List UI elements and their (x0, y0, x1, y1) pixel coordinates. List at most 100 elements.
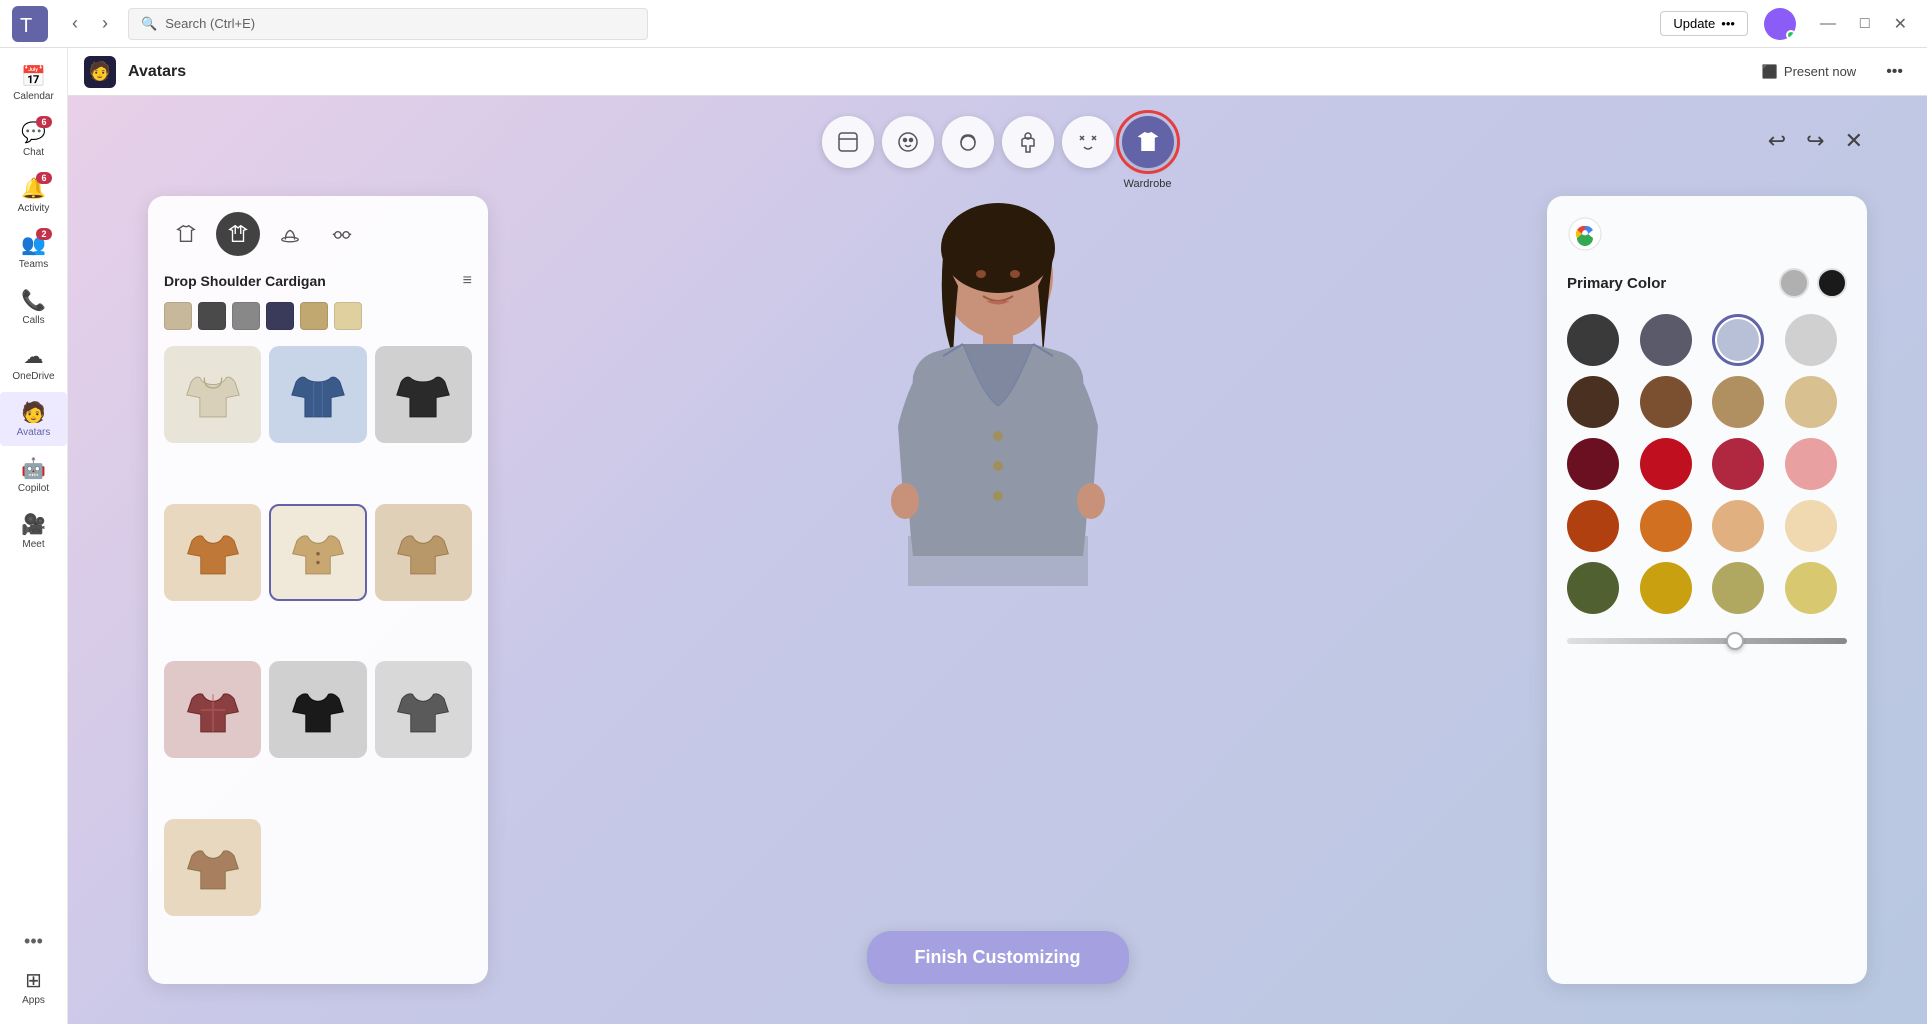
swatch-red[interactable] (1640, 438, 1692, 490)
undo-button[interactable]: ↩ (1764, 124, 1790, 158)
color-chip-1[interactable] (164, 302, 192, 330)
swatch-medium-brown[interactable] (1640, 376, 1692, 428)
toolbar-face[interactable] (882, 116, 934, 168)
avatars-icon: 🧑 (21, 400, 46, 425)
swatch-pale-yellow[interactable] (1785, 562, 1837, 614)
sidebar-item-calendar[interactable]: 📅 Calendar (0, 56, 67, 110)
toolbar-body[interactable] (1002, 116, 1054, 168)
finish-customizing-button[interactable]: Finish Customizing (867, 931, 1129, 984)
update-button[interactable]: Update ••• (1660, 11, 1748, 36)
swatch-light-grey[interactable] (1785, 314, 1837, 366)
sidebar-label-teams: Teams (19, 259, 48, 270)
tab-jacket[interactable] (216, 212, 260, 256)
sidebar-label-copilot: Copilot (18, 483, 49, 494)
sidebar-item-calls[interactable]: 📞 Calls (0, 280, 67, 334)
color-chip-5[interactable] (300, 302, 328, 330)
chat-icon: 💬 6 (21, 120, 46, 145)
clothing-item-beige-cardigan-selected[interactable] (269, 504, 366, 601)
swatch-dark-grey[interactable] (1567, 314, 1619, 366)
color-slider[interactable] (1567, 638, 1847, 644)
update-label: Update (1673, 16, 1715, 31)
teams-icon: 👥 2 (21, 232, 46, 257)
back-button[interactable]: ‹ (64, 9, 86, 38)
editor-close-button[interactable]: ✕ (1841, 124, 1867, 158)
swatch-tan[interactable] (1712, 376, 1764, 428)
sidebar-item-apps[interactable]: ⊞ Apps (0, 960, 67, 1014)
swatch-amber[interactable] (1640, 500, 1692, 552)
top-toolbar: Wardrobe (822, 116, 1174, 168)
wardrobe-header: Drop Shoulder Cardigan ≡ (164, 272, 472, 290)
sidebar-item-activity[interactable]: 🔔 6 Activity (0, 168, 67, 222)
color-chip-2[interactable] (198, 302, 226, 330)
clothing-item-tan-jacket[interactable] (375, 504, 472, 601)
swatch-cream[interactable] (1785, 500, 1837, 552)
color-chip-6[interactable] (334, 302, 362, 330)
sidebar-more[interactable]: ••• (16, 923, 51, 960)
swatch-crimson[interactable] (1712, 438, 1764, 490)
search-placeholder: Search (Ctrl+E) (165, 16, 255, 31)
primary-color-row: Primary Color (1567, 268, 1847, 298)
avatars-app-icon: 🧑 (89, 61, 111, 82)
swatch-khaki[interactable] (1712, 562, 1764, 614)
clothing-item-hoodie-beige[interactable] (164, 346, 261, 443)
sidebar-item-onedrive[interactable]: ☁ OneDrive (0, 336, 67, 390)
tab-hat[interactable] (268, 212, 312, 256)
sidebar-item-meet[interactable]: 🎥 Meet (0, 504, 67, 558)
swatch-medium-grey[interactable] (1640, 314, 1692, 366)
clothing-item-plaid[interactable] (164, 661, 261, 758)
color-chip-3[interactable] (232, 302, 260, 330)
sidebar-item-avatars[interactable]: 🧑 Avatars (0, 392, 67, 446)
present-now-button[interactable]: ⬛ Present now (1752, 58, 1866, 86)
search-bar[interactable]: 🔍 Search (Ctrl+E) (128, 8, 648, 40)
forward-button[interactable]: › (94, 9, 116, 38)
clothing-item-black-jacket[interactable] (375, 346, 472, 443)
swatch-peach[interactable] (1712, 500, 1764, 552)
update-dots: ••• (1721, 16, 1735, 31)
toolbar-hair[interactable] (942, 116, 994, 168)
filter-button[interactable]: ≡ (463, 272, 472, 290)
header-more-button[interactable]: ••• (1878, 59, 1911, 85)
clothing-item-tan2[interactable] (164, 819, 261, 916)
color-grid (1567, 314, 1847, 614)
swatch-orange[interactable] (1567, 500, 1619, 552)
maximize-button[interactable]: □ (1852, 10, 1878, 38)
toolbar-wardrobe[interactable] (1122, 116, 1174, 168)
sidebar-item-chat[interactable]: 💬 6 Chat (0, 112, 67, 166)
toolbar-expression[interactable] (1062, 116, 1114, 168)
close-button[interactable]: ✕ (1886, 10, 1915, 38)
primary-swatch-black[interactable] (1817, 268, 1847, 298)
minimize-button[interactable]: — (1812, 10, 1844, 38)
tab-glasses[interactable] (320, 212, 364, 256)
avatar-figure (868, 156, 1128, 716)
window-controls: — □ ✕ (1812, 10, 1915, 38)
color-slider-row (1567, 638, 1847, 644)
clothing-item-orange-cardigan[interactable] (164, 504, 261, 601)
primary-swatch-grey[interactable] (1779, 268, 1809, 298)
editor-area: Wardrobe ↩ ↪ ✕ (68, 96, 1927, 1024)
color-strip (164, 302, 472, 334)
swatch-olive[interactable] (1567, 562, 1619, 614)
slider-thumb[interactable] (1726, 632, 1744, 650)
clothing-item-grey-blazer[interactable] (375, 661, 472, 758)
clothing-item-black2[interactable] (269, 661, 366, 758)
sidebar-item-copilot[interactable]: 🤖 Copilot (0, 448, 67, 502)
swatch-pink[interactable] (1785, 438, 1837, 490)
toolbar-right: ↩ ↪ ✕ (1764, 124, 1867, 158)
clothing-item-blue-jacket[interactable] (269, 346, 366, 443)
swatch-yellow[interactable] (1640, 562, 1692, 614)
swatch-light-blue-grey[interactable] (1712, 314, 1764, 366)
sidebar-item-teams[interactable]: 👥 2 Teams (0, 224, 67, 278)
sidebar-label-avatars: Avatars (17, 427, 51, 438)
color-chip-4[interactable] (266, 302, 294, 330)
wardrobe-wrapper: Wardrobe (1122, 116, 1174, 168)
swatch-light-tan[interactable] (1785, 376, 1837, 428)
tab-shirt[interactable] (164, 212, 208, 256)
swatch-dark-brown[interactable] (1567, 376, 1619, 428)
avatar-center (868, 156, 1128, 716)
toolbar-avatar-base[interactable] (822, 116, 874, 168)
search-icon: 🔍 (141, 16, 157, 32)
swatch-dark-red[interactable] (1567, 438, 1619, 490)
wardrobe-tabs (164, 212, 472, 256)
redo-button[interactable]: ↪ (1802, 124, 1828, 158)
user-avatar[interactable] (1764, 8, 1796, 40)
